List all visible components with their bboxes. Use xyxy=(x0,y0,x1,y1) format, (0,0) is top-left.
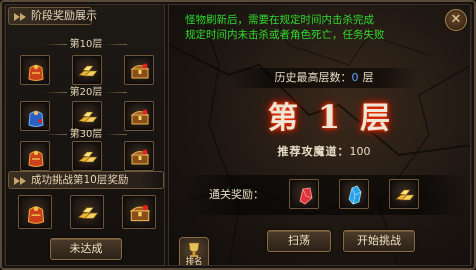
rules-notice-line-2: 规定时间内未击杀或者角色死亡，任务失败 xyxy=(185,29,385,41)
floor-number: 1 xyxy=(317,98,341,136)
recommended-route: 推荐攻魔道：100 xyxy=(229,143,419,159)
gift-bag-icon[interactable] xyxy=(20,141,50,171)
history-value: 0 xyxy=(351,71,359,84)
tier-30-rewards xyxy=(20,141,156,171)
blue-gift-bag-icon[interactable] xyxy=(20,101,50,131)
tier-label-20: 第20层 xyxy=(6,87,166,99)
gift-bag-icon[interactable] xyxy=(18,195,52,229)
gold-bars-icon[interactable] xyxy=(72,101,102,131)
tier-20-rewards xyxy=(20,101,156,131)
red-gem-icon[interactable] xyxy=(289,179,319,209)
not-achieved-button[interactable]: 未达成 xyxy=(50,238,122,260)
rules-notice: 怪物刷新后，需要在规定时间内击杀完成 规定时间内未击杀或者角色死亡，任务失败 xyxy=(185,13,465,43)
history-best: 历史最高层数：0 层 xyxy=(229,68,419,88)
clear-reward-label: 通关奖励： xyxy=(209,188,264,201)
success-reward-title: 成功挑战第10层奖励 xyxy=(8,171,164,189)
history-unit: 层 xyxy=(362,71,374,84)
floor-prefix: 第 xyxy=(267,101,298,136)
stage-rewards-title: 阶段奖励展示 xyxy=(8,7,97,25)
close-button[interactable]: ✕ xyxy=(445,9,467,31)
treasure-chest-icon[interactable] xyxy=(122,195,156,229)
tier-label-10: 第10层 xyxy=(6,39,166,51)
start-challenge-button[interactable]: 开始挑战 xyxy=(343,230,415,252)
gold-bars-icon[interactable] xyxy=(70,195,104,229)
rules-notice-line-1: 怪物刷新后，需要在规定时间内击杀完成 xyxy=(185,14,374,26)
current-floor: 第1层 xyxy=(239,93,419,139)
blue-crystal-icon[interactable] xyxy=(339,179,369,209)
floor-suffix: 层 xyxy=(360,101,391,136)
ranking-label: 排名 xyxy=(180,257,208,265)
success-reward-title-text: 成功挑战第10层奖励 xyxy=(31,174,129,186)
sweep-button[interactable]: 扫荡 xyxy=(267,230,331,252)
route-label: 推荐攻魔道： xyxy=(277,145,350,158)
treasure-chest-icon[interactable] xyxy=(124,55,154,85)
success-rewards xyxy=(18,195,158,229)
stage-rewards-title-text: 阶段奖励展示 xyxy=(31,9,97,22)
tier-label-30: 第30层 xyxy=(6,129,166,141)
challenge-panel: 怪物刷新后，需要在规定时间内击杀完成 规定时间内未击杀或者角色死亡，任务失败 ✕… xyxy=(168,4,471,266)
clear-rewards: 通关奖励： xyxy=(179,175,469,215)
gold-bars-icon[interactable] xyxy=(389,179,419,209)
route-value: 100 xyxy=(349,145,371,158)
history-label: 历史最高层数： xyxy=(274,71,352,84)
tier-10-rewards xyxy=(20,55,156,85)
gift-bag-icon[interactable] xyxy=(20,55,50,85)
ranking-button[interactable]: 排名 xyxy=(179,237,209,265)
chevron-icon xyxy=(20,13,26,21)
treasure-chest-icon[interactable] xyxy=(124,141,154,171)
treasure-chest-icon[interactable] xyxy=(124,101,154,131)
chevron-icon xyxy=(20,177,26,185)
gold-bars-icon[interactable] xyxy=(72,141,102,171)
stage-rewards-panel: 阶段奖励展示 第10层 第20层 第30层 成功挑战第10层奖励 未达成 xyxy=(5,4,165,266)
gold-bars-icon[interactable] xyxy=(72,55,102,85)
